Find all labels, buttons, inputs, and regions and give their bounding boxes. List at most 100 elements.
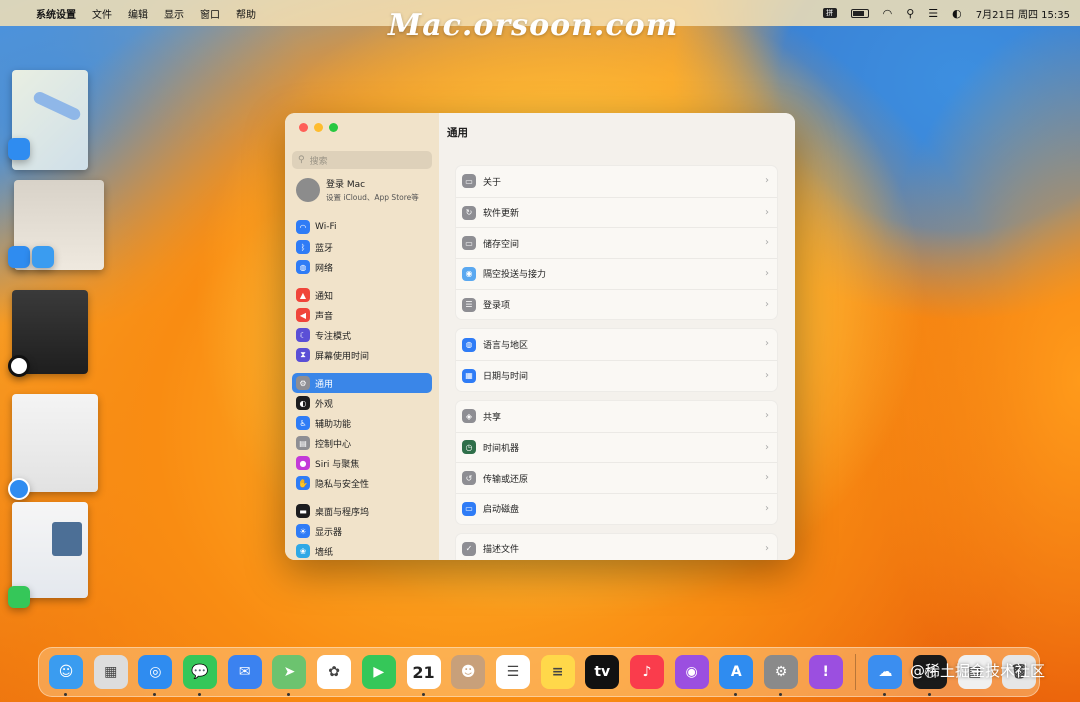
sidebar-item-control-center[interactable]: ▤ 控制中心 [292, 433, 432, 453]
calendar-icon[interactable]: 21 [406, 655, 441, 696]
sidebar-item-wallpaper[interactable]: ❀ 墙纸 [292, 541, 432, 560]
account-signin[interactable]: 登录 Mac 设置 iCloud、App Store等 [285, 169, 439, 209]
menu-clock[interactable]: 7月21日 周四 15:35 [976, 6, 1070, 21]
siri-menu-icon[interactable]: ◐ [952, 7, 962, 20]
wallpaper-icon: ❀ [296, 544, 310, 558]
music-icon[interactable]: ♪ [629, 655, 664, 689]
account-title: 登录 Mac [326, 180, 366, 190]
settings-group: ▭ 关于 › ↻ 软件更新 › ▭ 储存空间 › ◉ 隔空投送与接力 › ☰ 登录项 › [455, 165, 778, 321]
settings-row-info[interactable]: ▭ 关于 › [456, 166, 777, 197]
podcasts-icon[interactable]: ◉ [674, 655, 709, 689]
stage-thumb-safari[interactable] [12, 394, 98, 492]
facetime-icon[interactable]: ▶ [361, 655, 396, 689]
sidebar-item-hourglass[interactable]: ⧗ 屏幕使用时间 [292, 345, 432, 365]
chevron-right-icon: › [765, 175, 769, 186]
search-icon: ⚲ [298, 155, 305, 165]
weather-icon[interactable]: ☁ [868, 655, 903, 696]
feedback-icon[interactable]: ! [808, 655, 843, 689]
menu-help[interactable]: 帮助 [236, 6, 256, 21]
menu-view[interactable]: 显示 [164, 6, 184, 21]
sidebar-item-siri[interactable]: ● Siri 与聚焦 [292, 453, 432, 473]
settings-row-sharing[interactable]: ◈ 共享 › [456, 401, 777, 432]
sidebar-item-label: 隐私与安全性 [315, 479, 370, 490]
menu-edit[interactable]: 编辑 [128, 6, 148, 21]
app-store-icon[interactable]: A [719, 655, 754, 696]
sidebar-item-dock[interactable]: ▬ 桌面与程序坞 [292, 501, 432, 521]
notes-icon[interactable]: ≡ [540, 655, 575, 689]
wifi-status-icon[interactable]: ◠ [883, 7, 893, 20]
settings-row-label: 日期与时间 [483, 372, 529, 383]
settings-row-label: 储存空间 [483, 239, 520, 250]
settings-row-label: 传输或还原 [483, 474, 529, 485]
sidebar-item-appearance[interactable]: ◐ 外观 [292, 393, 432, 413]
settings-row-update[interactable]: ↻ 软件更新 › [456, 196, 777, 228]
settings-row-label: 启动磁盘 [483, 505, 520, 516]
settings-row-time-machine[interactable]: ◷ 时间机器 › [456, 431, 777, 463]
stage-thumb-messages[interactable] [12, 502, 88, 598]
sidebar-group: ▲ 通知 ◀ 声音 ☾ 专注模式 ⧗ 屏幕使用时间 [285, 285, 439, 365]
chevron-right-icon: › [765, 370, 769, 382]
chevron-right-icon: › [765, 502, 769, 514]
sidebar-item-globe[interactable]: ◍ 网络 [292, 257, 432, 277]
sidebar-item-accessibility[interactable]: ♿ 辅助功能 [292, 413, 432, 433]
settings-row-storage[interactable]: ▭ 储存空间 › [456, 227, 777, 258]
menu-app-name[interactable]: 系统设置 [36, 6, 76, 21]
sidebar-item-hand[interactable]: ✋ 隐私与安全性 [292, 473, 432, 493]
chevron-right-icon: › [765, 472, 769, 484]
accessibility-icon: ♿ [296, 416, 310, 430]
stage-app-icon-finder [32, 246, 54, 268]
mail-icon[interactable]: ✉ [227, 655, 262, 689]
close-button[interactable] [299, 123, 308, 132]
sidebar-item-bell[interactable]: ▲ 通知 [292, 285, 432, 305]
chevron-right-icon: › [765, 206, 769, 218]
page-title: 通用 [447, 127, 468, 139]
globe-icon: ◍ [462, 337, 476, 352]
settings-row-list[interactable]: ☰ 登录项 › [456, 288, 777, 320]
settings-row-profile[interactable]: ✓ 描述文件 › [456, 534, 777, 560]
reminders-icon[interactable]: ☰ [495, 655, 530, 689]
dock-icon: ▬ [296, 504, 310, 518]
minimize-button[interactable] [314, 123, 323, 132]
chevron-right-icon: › [765, 268, 769, 280]
dock-separator [855, 654, 857, 690]
wifi-icon: ◠ [296, 220, 310, 234]
system-settings-icon[interactable]: ⚙ [764, 655, 798, 696]
contacts-icon[interactable]: ☻ [451, 655, 486, 689]
settings-row-calendar[interactable]: ▦ 日期与时间 › [456, 360, 777, 391]
sidebar-item-gear[interactable]: ⚙ 通用 [292, 373, 432, 393]
sidebar-group: ⚙ 通用 ◐ 外观 ♿ 辅助功能 ▤ 控制中心 ● Siri 与聚焦 ✋ 隐私与安全性 [285, 373, 439, 493]
safari-icon[interactable]: ◎ [138, 655, 173, 696]
menu-file[interactable]: 文件 [92, 6, 112, 21]
maps-icon[interactable]: ➤ [272, 655, 307, 696]
settings-row-airdrop[interactable]: ◉ 隔空投送与接力 › [456, 258, 777, 289]
launchpad-icon[interactable]: ▦ [93, 655, 128, 689]
running-indicator [734, 693, 738, 696]
settings-row-transfer[interactable]: ↺ 传输或还原 › [456, 462, 777, 493]
zoom-button[interactable] [329, 123, 338, 132]
apple-menu-icon[interactable] [10, 7, 22, 19]
settings-row-label: 共享 [483, 412, 502, 423]
finder-icon[interactable]: ☺ [49, 655, 83, 696]
control-center-menu-icon[interactable]: ☰ [928, 7, 938, 20]
sharing-icon: ◈ [462, 409, 476, 424]
battery-icon[interactable] [850, 8, 869, 18]
sidebar-item-wifi[interactable]: ◠ Wi‑Fi [292, 217, 432, 237]
sidebar-item-moon[interactable]: ☾ 专注模式 [292, 325, 432, 345]
settings-row-label: 时间机器 [483, 443, 520, 454]
settings-row-disk[interactable]: ▭ 启动磁盘 › [456, 492, 777, 524]
sidebar-item-bluetooth[interactable]: ᛒ 蓝牙 [292, 237, 432, 257]
photos-icon[interactable]: ✿ [317, 655, 352, 689]
chevron-right-icon: › [765, 441, 769, 453]
tv-icon[interactable]: tv [585, 655, 620, 689]
profile-icon: ✓ [462, 541, 476, 556]
sidebar-item-speaker[interactable]: ◀ 声音 [292, 305, 432, 325]
messages-icon[interactable]: 💬 [183, 655, 218, 696]
menu-window[interactable]: 窗口 [200, 6, 220, 21]
apple-id-avatar-icon [296, 178, 320, 202]
search-field[interactable]: ⚲ 搜索 [292, 151, 432, 169]
storage-icon: ▭ [462, 236, 476, 251]
spotlight-icon[interactable]: ⚲ [906, 7, 914, 20]
input-method-icon[interactable]: 拼 [822, 8, 837, 18]
settings-row-globe[interactable]: ◍ 语言与地区 › [456, 329, 777, 360]
sidebar-item-display[interactable]: ☀ 显示器 [292, 521, 432, 541]
